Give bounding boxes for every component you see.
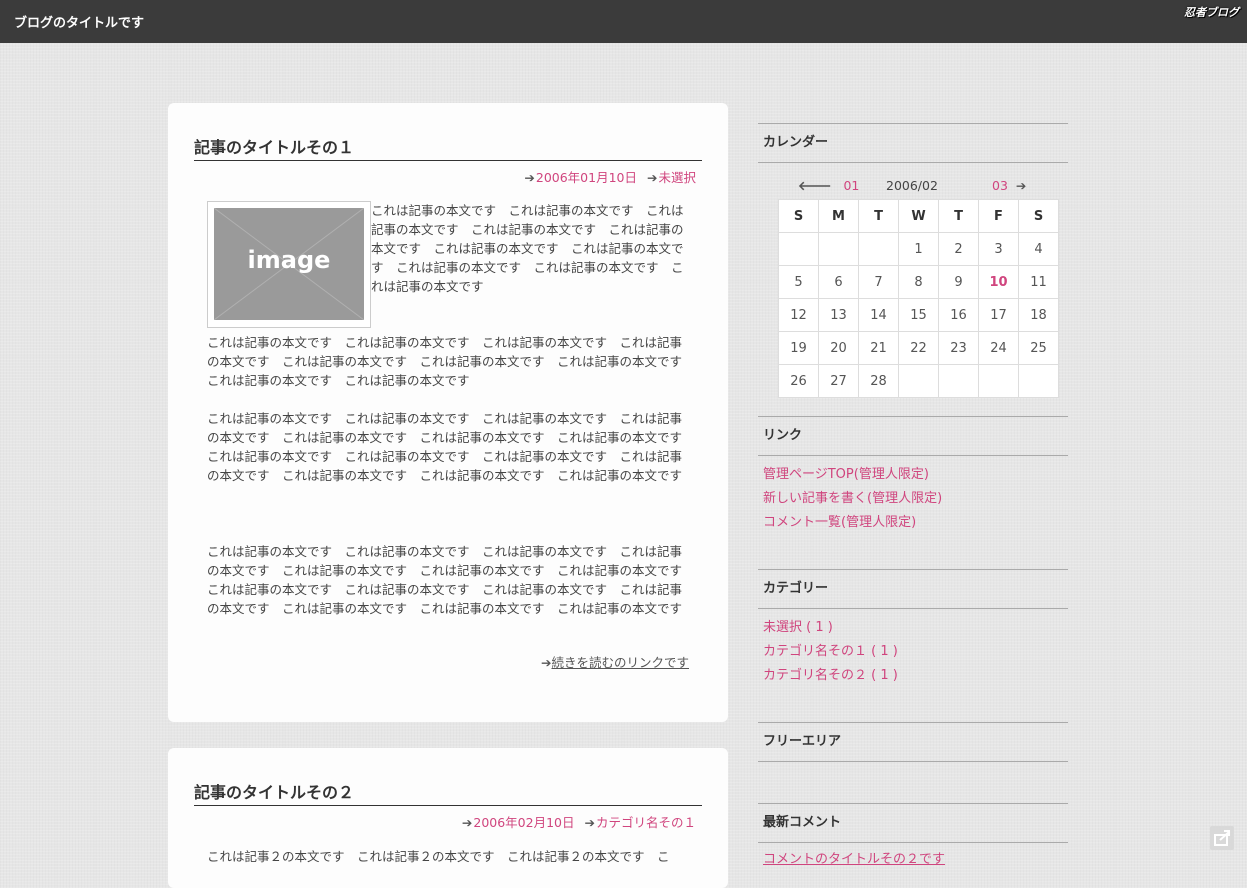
article-paragraph: これは記事の本文です これは記事の本文です これは記事の本文です これは記事の本… xyxy=(371,203,684,294)
calendar-day xyxy=(1018,364,1059,398)
recent-comment-link[interactable]: コメントのタイトルその２です xyxy=(758,848,1068,872)
article-paragraph: これは記事の本文です これは記事の本文です これは記事の本文です これは記事の本… xyxy=(207,411,695,483)
calendar-day: 4 xyxy=(1018,232,1059,266)
calendar-day: 19 xyxy=(778,331,819,365)
links-heading: リンク xyxy=(758,416,1068,456)
image-label: image xyxy=(247,246,331,274)
calendar-day: 14 xyxy=(858,298,899,332)
calendar-day: 9 xyxy=(938,265,979,299)
calendar-table: SMTWTFS 1 2 3 4 5 6 7 8 9 10 11 12 13 14 15 16 17 18 19 20 2… xyxy=(778,199,1059,398)
calendar-week: 26 27 28 xyxy=(778,364,1059,398)
calendar-day: 20 xyxy=(818,331,859,365)
arrow-right-icon: ➔ xyxy=(584,815,595,830)
article-title[interactable]: 記事のタイトルその２ xyxy=(194,779,702,806)
categories-heading: カテゴリー xyxy=(758,569,1068,609)
free-area-section: フリーエリア xyxy=(758,722,1068,762)
calendar-day xyxy=(978,364,1019,398)
calendar-day xyxy=(778,232,819,266)
arrow-left-icon: 🡐 xyxy=(798,178,832,193)
category-link[interactable]: 未選択 ( 1 ) xyxy=(758,616,1068,640)
article-paragraph: これは記事の本文です これは記事の本文です これは記事の本文です これは記事の本… xyxy=(207,335,695,388)
article-meta: ➔2006年02月10日 ➔カテゴリ名その１ xyxy=(462,812,696,831)
article-card: 記事のタイトルその２ ➔2006年02月10日 ➔カテゴリ名その１ これは記事２の… xyxy=(168,748,728,888)
link-new-post[interactable]: 新しい記事を書く(管理人限定) xyxy=(758,487,1068,511)
link-comment-list[interactable]: コメント一覧(管理人限定) xyxy=(758,511,1068,535)
arrow-right-icon: ➔ xyxy=(1015,178,1027,193)
arrow-right-icon: ➔ xyxy=(461,815,473,830)
calendar-weekday: T xyxy=(938,199,979,233)
calendar-week: 19 20 21 22 23 24 25 xyxy=(778,331,1059,365)
calendar-day: 1 xyxy=(898,232,939,266)
calendar-day: 23 xyxy=(938,331,979,365)
article-paragraph: これは記事２の本文です これは記事２の本文です これは記事２の本文です こ xyxy=(207,849,670,864)
calendar-day: 11 xyxy=(1018,265,1059,299)
article-meta: ➔2006年01月10日 ➔未選択 xyxy=(524,167,696,186)
calendar-day: 8 xyxy=(898,265,939,299)
share-icon[interactable] xyxy=(1210,826,1234,850)
article-image: image xyxy=(207,201,371,328)
read-more-link[interactable]: 続きを読むのリンクです xyxy=(551,655,689,670)
calendar-day: 22 xyxy=(898,331,939,365)
calendar-day xyxy=(898,364,939,398)
calendar-day: 7 xyxy=(858,265,899,299)
read-more: ➔続きを読むのリンクです xyxy=(541,652,689,671)
arrow-right-icon: ➔ xyxy=(541,655,552,670)
calendar-current-month: 2006/02 xyxy=(886,178,938,193)
calendar-prev-month[interactable]: 01 xyxy=(843,178,859,193)
calendar-day xyxy=(818,232,859,266)
article-date-link[interactable]: 2006年01月10日 xyxy=(536,170,637,185)
calendar-weekday: M xyxy=(818,199,859,233)
calendar-day xyxy=(938,364,979,398)
arrow-right-icon: ➔ xyxy=(524,170,535,185)
blog-title[interactable]: ブログのタイトルです xyxy=(14,12,144,31)
free-area-heading: フリーエリア xyxy=(758,722,1068,762)
calendar-day: 17 xyxy=(978,298,1019,332)
recent-comments-section: 最新コメント コメントのタイトルその２です xyxy=(758,803,1068,872)
calendar-day: 2 xyxy=(938,232,979,266)
link-admin-top[interactable]: 管理ページTOP(管理人限定) xyxy=(758,463,1068,487)
ninja-blog-logo[interactable]: 忍者ブログ xyxy=(1184,4,1239,20)
calendar-day: 5 xyxy=(778,265,819,299)
calendar-day: 18 xyxy=(1018,298,1059,332)
calendar-day[interactable]: 10 xyxy=(978,265,1019,299)
recent-comments-heading: 最新コメント xyxy=(758,803,1068,843)
calendar-heading: カレンダー xyxy=(758,123,1068,163)
article-paragraph: これは記事の本文です これは記事の本文です これは記事の本文です これは記事の本… xyxy=(207,544,695,616)
calendar-day: 28 xyxy=(858,364,899,398)
calendar-day xyxy=(858,232,899,266)
calendar-day: 16 xyxy=(938,298,979,332)
links-section: リンク 管理ページTOP(管理人限定) 新しい記事を書く(管理人限定) コメント… xyxy=(758,416,1068,535)
category-link[interactable]: カテゴリ名その１ ( 1 ) xyxy=(758,640,1068,664)
calendar-weekday: S xyxy=(778,199,819,233)
calendar-day: 24 xyxy=(978,331,1019,365)
calendar-section: カレンダー xyxy=(758,123,1068,163)
calendar-day: 6 xyxy=(818,265,859,299)
calendar-week: 5 6 7 8 9 10 11 xyxy=(778,265,1059,299)
calendar-day: 21 xyxy=(858,331,899,365)
article-category-link[interactable]: カテゴリ名その１ xyxy=(596,815,696,830)
calendar-week: 1234 xyxy=(778,232,1059,266)
calendar-next-month[interactable]: 03 xyxy=(992,178,1008,193)
article-title[interactable]: 記事のタイトルその１ xyxy=(194,134,702,161)
calendar-day: 12 xyxy=(778,298,819,332)
calendar-nav: 🡐 01 2006/02 03 ➔ xyxy=(758,178,1068,196)
article-category-link[interactable]: 未選択 xyxy=(658,170,696,185)
article-card: 記事のタイトルその１ ➔2006年01月10日 ➔未選択 image これは記事の… xyxy=(168,103,728,722)
arrow-right-icon: ➔ xyxy=(647,170,658,185)
categories-section: カテゴリー 未選択 ( 1 ) カテゴリ名その１ ( 1 ) カテゴリ名その２ … xyxy=(758,569,1068,688)
calendar-week: 12 13 14 15 16 17 18 xyxy=(778,298,1059,332)
calendar-day: 13 xyxy=(818,298,859,332)
top-bar: ブログのタイトルです 忍者ブログ xyxy=(0,0,1247,43)
calendar-day: 26 xyxy=(778,364,819,398)
calendar-day: 15 xyxy=(898,298,939,332)
calendar-day: 3 xyxy=(978,232,1019,266)
calendar-day: 27 xyxy=(818,364,859,398)
calendar-weekday: W xyxy=(898,199,939,233)
article-date-link[interactable]: 2006年02月10日 xyxy=(473,815,574,830)
calendar-weekday: T xyxy=(858,199,899,233)
category-link[interactable]: カテゴリ名その２ ( 1 ) xyxy=(758,664,1068,688)
calendar-weekday: S xyxy=(1018,199,1059,233)
calendar-weekday: F xyxy=(978,199,1019,233)
calendar-day: 25 xyxy=(1018,331,1059,365)
